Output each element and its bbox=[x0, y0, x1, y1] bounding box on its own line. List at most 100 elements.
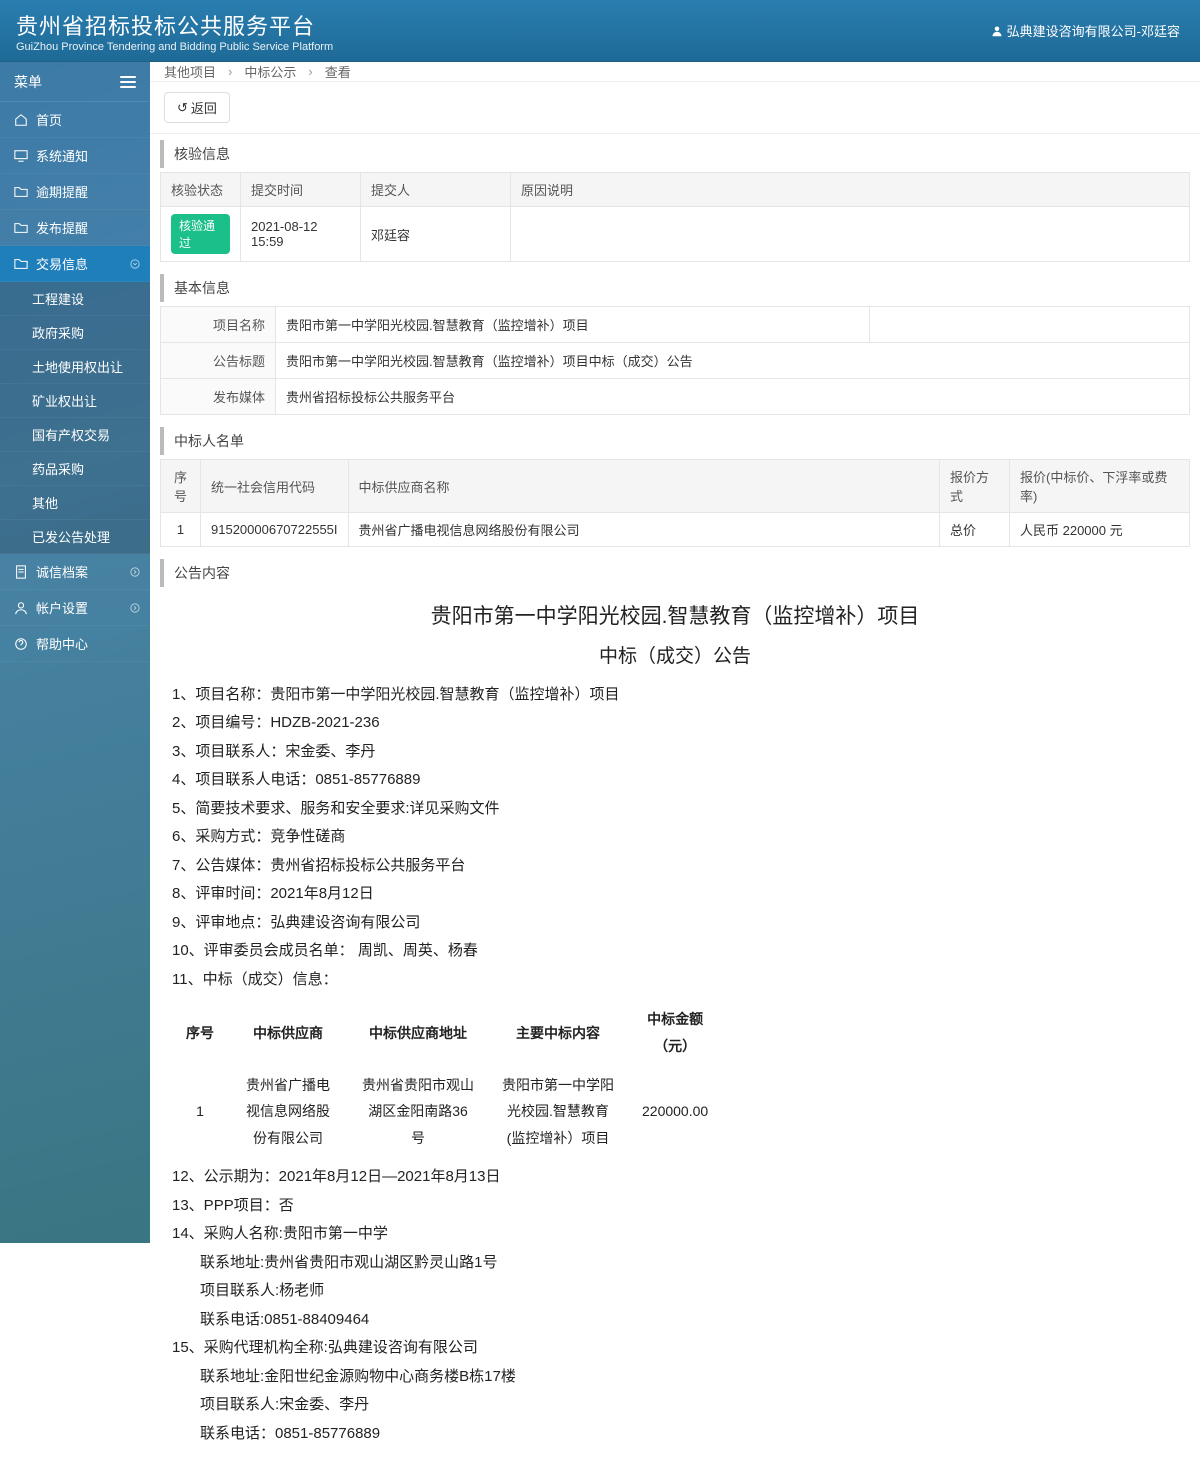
cell-name: 贵州省广播电视信息网络股份有限公司 bbox=[348, 513, 939, 547]
subnav-medicine[interactable]: 药品采购 bbox=[0, 452, 150, 486]
breadcrumb: 其他项目 › 中标公示 › 查看 bbox=[150, 62, 1200, 82]
th: 提交人 bbox=[361, 173, 511, 207]
label: 公告标题 bbox=[161, 343, 276, 379]
subnav-published[interactable]: 已发公告处理 bbox=[0, 520, 150, 554]
table-row: 1 贵州省广播电视信息网络股份有限公司 贵州省贵阳市观山湖区金阳南路36号 贵阳… bbox=[172, 1066, 722, 1158]
nav-label: 发布提醒 bbox=[36, 218, 88, 237]
help-icon bbox=[14, 637, 28, 651]
line: 7、公告媒体：贵州省招标投标公共服务平台 bbox=[172, 852, 1178, 881]
th: 中标供应商 bbox=[228, 1000, 348, 1065]
nav-integrity[interactable]: 诚信档案 bbox=[0, 554, 150, 590]
panel-title: 基本信息 bbox=[160, 274, 1190, 302]
notice-panel: 公告内容 贵阳市第一中学阳光校园.智慧教育（监控增补）项目 中标（成交）公告 1… bbox=[160, 559, 1190, 1470]
cell-addr: 贵州省贵阳市观山湖区金阳南路36号 bbox=[348, 1066, 488, 1158]
line: 9、评审地点：弘典建设咨询有限公司 bbox=[172, 909, 1178, 938]
crumb: 查看 bbox=[325, 62, 351, 81]
nav-system-notice[interactable]: 系统通知 bbox=[0, 138, 150, 174]
th: 序号 bbox=[172, 1000, 228, 1065]
doc-subtitle: 中标（成交）公告 bbox=[172, 639, 1178, 675]
table-row: 1 91520000670722555I 贵州省广播电视信息网络股份有限公司 总… bbox=[161, 513, 1190, 547]
crumb[interactable]: 其他项目 bbox=[164, 62, 216, 81]
folder-icon bbox=[14, 257, 28, 271]
user-icon bbox=[14, 601, 28, 615]
table-row: 核验通过 2021-08-12 15:59 邓廷容 bbox=[161, 207, 1190, 262]
verify-panel: 核验信息 核验状态 提交时间 提交人 原因说明 核验通过 2021-08-12 … bbox=[160, 140, 1190, 262]
cell-supplier: 贵州省广播电视信息网络股份有限公司 bbox=[228, 1066, 348, 1158]
line: 15、采购代理机构全称:弘典建设咨询有限公司 bbox=[172, 1334, 1178, 1363]
th: 报价(中标价、下浮率或费率) bbox=[1010, 460, 1190, 513]
value: 贵阳市第一中学阳光校园.智慧教育（监控增补）项目中标（成交）公告 bbox=[276, 343, 1190, 379]
th: 统一社会信用代码 bbox=[201, 460, 349, 513]
chevron-right-icon: › bbox=[308, 64, 312, 79]
subnav-state-assets[interactable]: 国有产权交易 bbox=[0, 418, 150, 452]
undo-icon: ↺ bbox=[177, 100, 188, 116]
th: 序号 bbox=[161, 460, 201, 513]
th: 中标供应商地址 bbox=[348, 1000, 488, 1065]
subnav-engineering[interactable]: 工程建设 bbox=[0, 282, 150, 316]
cell-amount: 220000.00 bbox=[628, 1066, 722, 1158]
line: 12、公示期为：2021年8月12日—2021年8月13日 bbox=[172, 1163, 1178, 1192]
header-subtitle: GuiZhou Province Tendering and Bidding P… bbox=[16, 41, 333, 53]
status-badge: 核验通过 bbox=[171, 214, 230, 254]
th: 主要中标内容 bbox=[488, 1000, 628, 1065]
th: 报价方式 bbox=[940, 460, 1010, 513]
app-header: 贵州省招标投标公共服务平台 GuiZhou Province Tendering… bbox=[0, 0, 1200, 62]
line: 联系电话：0851-85776889 bbox=[172, 1420, 1178, 1449]
nav-trade-info[interactable]: 交易信息 bbox=[0, 246, 150, 282]
subnav-gov-procurement[interactable]: 政府采购 bbox=[0, 316, 150, 350]
panel-title: 中标人名单 bbox=[160, 427, 1190, 455]
th: 中标供应商名称 bbox=[348, 460, 939, 513]
line: 11、中标（成交）信息： bbox=[172, 966, 1178, 995]
line: 3、项目联系人：宋金委、李丹 bbox=[172, 738, 1178, 767]
winners-panel: 中标人名单 序号 统一社会信用代码 中标供应商名称 报价方式 报价(中标价、下浮… bbox=[160, 427, 1190, 547]
header-user[interactable]: 弘典建设咨询有限公司-邓廷容 bbox=[991, 21, 1180, 40]
line: 联系地址:贵州省贵阳市观山湖区黔灵山路1号 bbox=[172, 1249, 1178, 1278]
line: 1、项目名称：贵阳市第一中学阳光校园.智慧教育（监控增补）项目 bbox=[172, 681, 1178, 710]
cell-submit-time: 2021-08-12 15:59 bbox=[241, 207, 361, 262]
notice-body: 贵阳市第一中学阳光校园.智慧教育（监控增补）项目 中标（成交）公告 1、项目名称… bbox=[160, 587, 1190, 1470]
line: 5、简要技术要求、服务和安全要求:详见采购文件 bbox=[172, 795, 1178, 824]
cell-idx: 1 bbox=[161, 513, 201, 547]
nav-label: 交易信息 bbox=[36, 254, 88, 273]
cell-price: 人民币 220000 元 bbox=[1010, 513, 1190, 547]
cell-reason bbox=[511, 207, 1190, 262]
cell-code: 91520000670722555I bbox=[201, 513, 349, 547]
doc-title: 贵阳市第一中学阳光校园.智慧教育（监控增补）项目 bbox=[172, 597, 1178, 637]
crumb[interactable]: 中标公示 bbox=[244, 62, 296, 81]
subnav-land[interactable]: 土地使用权出让 bbox=[0, 350, 150, 384]
nav-publish[interactable]: 发布提醒 bbox=[0, 210, 150, 246]
line: 项目联系人:杨老师 bbox=[172, 1277, 1178, 1306]
nav-account[interactable]: 帐户设置 bbox=[0, 590, 150, 626]
chevron-right-icon bbox=[130, 567, 140, 577]
th: 原因说明 bbox=[511, 173, 1190, 207]
home-icon bbox=[14, 113, 28, 127]
back-label: 返回 bbox=[191, 98, 217, 117]
menu-header: 菜单 bbox=[0, 62, 150, 102]
header-title: 贵州省招标投标公共服务平台 bbox=[16, 9, 333, 41]
cell-idx: 1 bbox=[172, 1066, 228, 1158]
back-button[interactable]: ↺ 返回 bbox=[164, 92, 230, 123]
nav-trade-submenu: 工程建设 政府采购 土地使用权出让 矿业权出让 国有产权交易 药品采购 其他 已… bbox=[0, 282, 150, 554]
th: 核验状态 bbox=[161, 173, 241, 207]
nav-home[interactable]: 首页 bbox=[0, 102, 150, 138]
line: 13、PPP项目：否 bbox=[172, 1192, 1178, 1221]
th: 中标金额（元） bbox=[628, 1000, 722, 1065]
value: 贵州省招标投标公共服务平台 bbox=[276, 379, 1190, 415]
menu-toggle-icon[interactable] bbox=[120, 76, 136, 88]
folder-icon bbox=[14, 221, 28, 235]
verify-table: 核验状态 提交时间 提交人 原因说明 核验通过 2021-08-12 15:59… bbox=[160, 172, 1190, 262]
subnav-other[interactable]: 其他 bbox=[0, 486, 150, 520]
line: 联系地址:金阳世纪金源购物中心商务楼B栋17楼 bbox=[172, 1363, 1178, 1392]
nav-overdue[interactable]: 逾期提醒 bbox=[0, 174, 150, 210]
cell-method: 总价 bbox=[940, 513, 1010, 547]
chevron-down-icon bbox=[130, 259, 140, 269]
cell-submitter: 邓廷容 bbox=[361, 207, 511, 262]
panel-title: 公告内容 bbox=[160, 559, 1190, 587]
label: 项目名称 bbox=[161, 307, 276, 343]
menu-label: 菜单 bbox=[14, 72, 42, 92]
nav-label: 帮助中心 bbox=[36, 634, 88, 653]
th: 提交时间 bbox=[241, 173, 361, 207]
nav-help[interactable]: 帮助中心 bbox=[0, 626, 150, 662]
folder-icon bbox=[14, 185, 28, 199]
subnav-mining[interactable]: 矿业权出让 bbox=[0, 384, 150, 418]
